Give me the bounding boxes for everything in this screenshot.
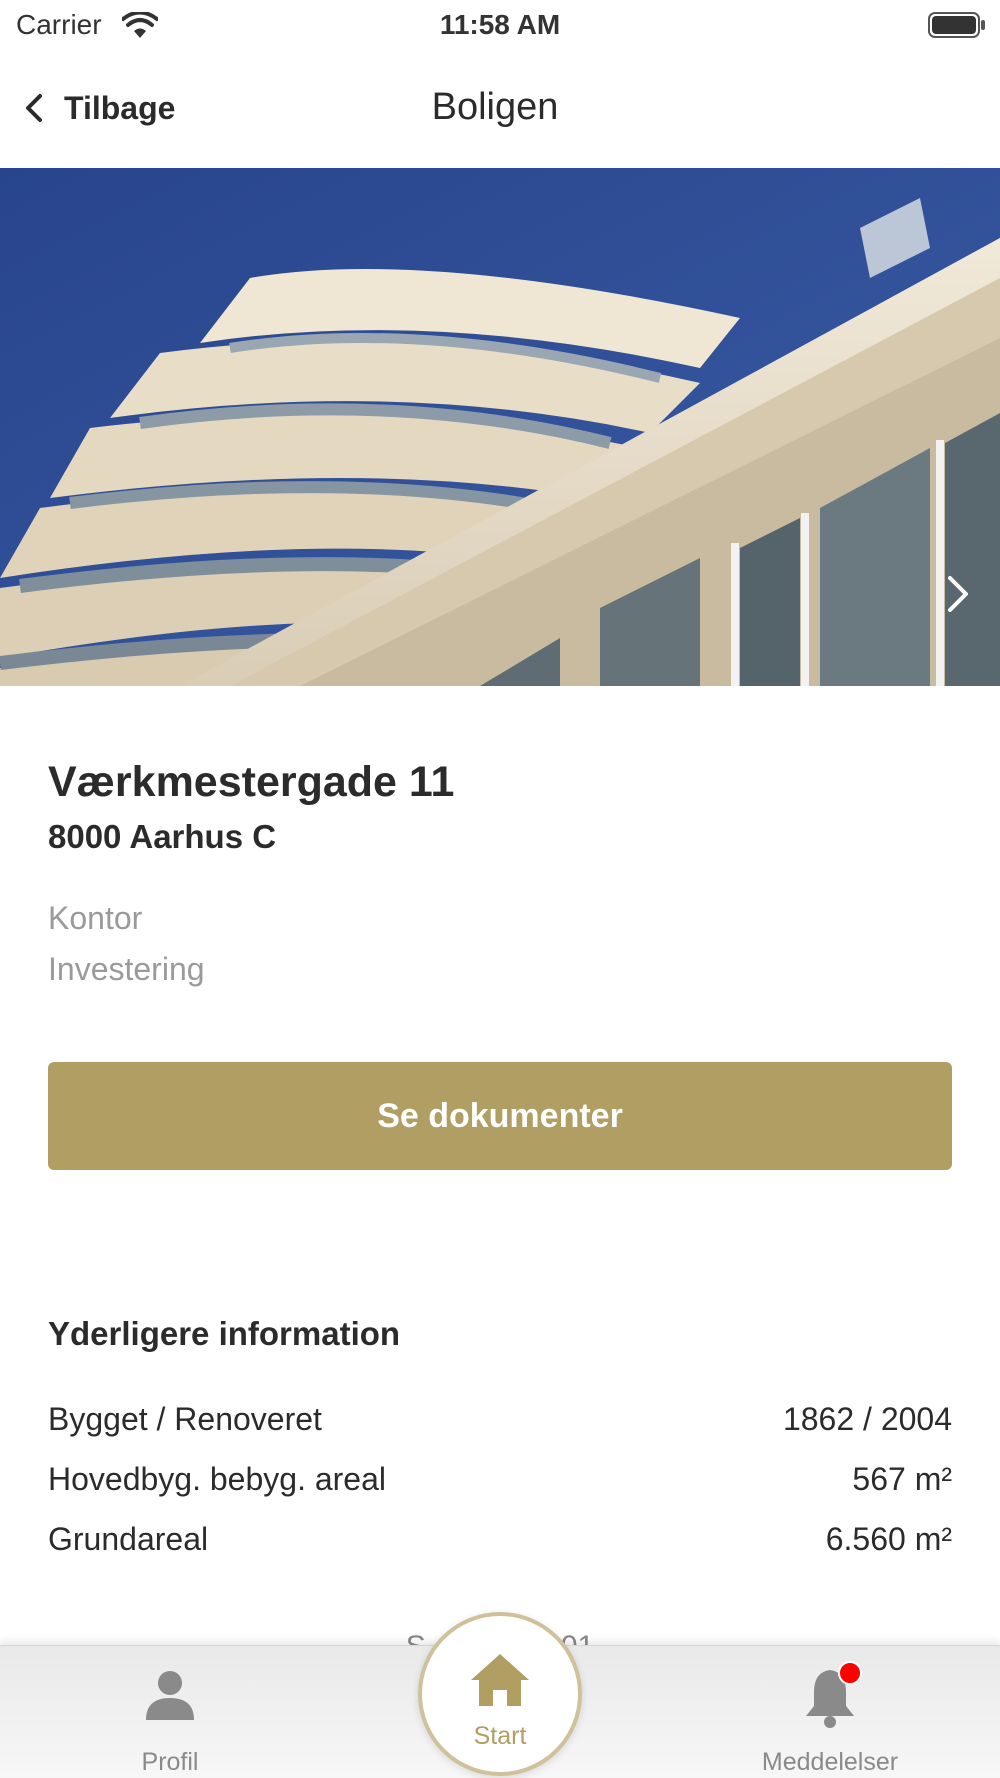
home-icon bbox=[471, 1654, 529, 1706]
tab-meddelelser[interactable]: Meddelelser bbox=[740, 1646, 920, 1778]
info-label: Bygget / Renoveret bbox=[48, 1401, 322, 1437]
tab-meddelelser-label: Meddelelser bbox=[761, 1748, 899, 1776]
additional-info-heading: Yderligere information bbox=[48, 1315, 401, 1352]
property-city: 8000 Aarhus C bbox=[48, 818, 277, 855]
person-icon bbox=[146, 1671, 194, 1720]
info-value: 567 m² bbox=[852, 1461, 952, 1497]
info-row: Hovedbyg. bebyg. areal 567 m² bbox=[48, 1461, 952, 1505]
tab-start[interactable]: Start bbox=[418, 1612, 582, 1776]
property-category-tag: Investering bbox=[48, 951, 205, 987]
notification-badge bbox=[838, 1661, 862, 1685]
status-bar: Carrier 11:58 AM bbox=[0, 0, 1000, 52]
see-documents-button[interactable]: Se dokumenter bbox=[48, 1062, 952, 1170]
info-value: 1862 / 2004 bbox=[782, 1401, 952, 1437]
navigation-bar: Tilbage Boligen bbox=[0, 52, 1000, 168]
tab-start-label: Start bbox=[473, 1722, 527, 1750]
tab-profil[interactable]: Profil bbox=[90, 1646, 250, 1778]
info-label: Hovedbyg. bebyg. areal bbox=[48, 1461, 386, 1497]
page-title: Boligen bbox=[431, 86, 559, 128]
tab-profil-label: Profil bbox=[141, 1748, 199, 1776]
property-photo bbox=[0, 168, 1000, 686]
info-label: Grundareal bbox=[48, 1521, 209, 1557]
info-row: Grundareal 6.560 m² bbox=[48, 1521, 952, 1565]
info-value: 6.560 m² bbox=[825, 1521, 952, 1557]
info-row: Bygget / Renoveret 1862 / 2004 bbox=[48, 1401, 952, 1445]
property-photo-carousel[interactable] bbox=[0, 168, 1000, 686]
property-address: Værkmestergade 11 bbox=[48, 758, 455, 806]
property-type-tag: Kontor bbox=[48, 900, 143, 936]
clock: 11:58 AM bbox=[439, 9, 561, 40]
battery-icon bbox=[928, 12, 985, 38]
chevron-right-icon[interactable] bbox=[940, 570, 976, 618]
see-documents-label: Se dokumenter bbox=[377, 1096, 623, 1135]
